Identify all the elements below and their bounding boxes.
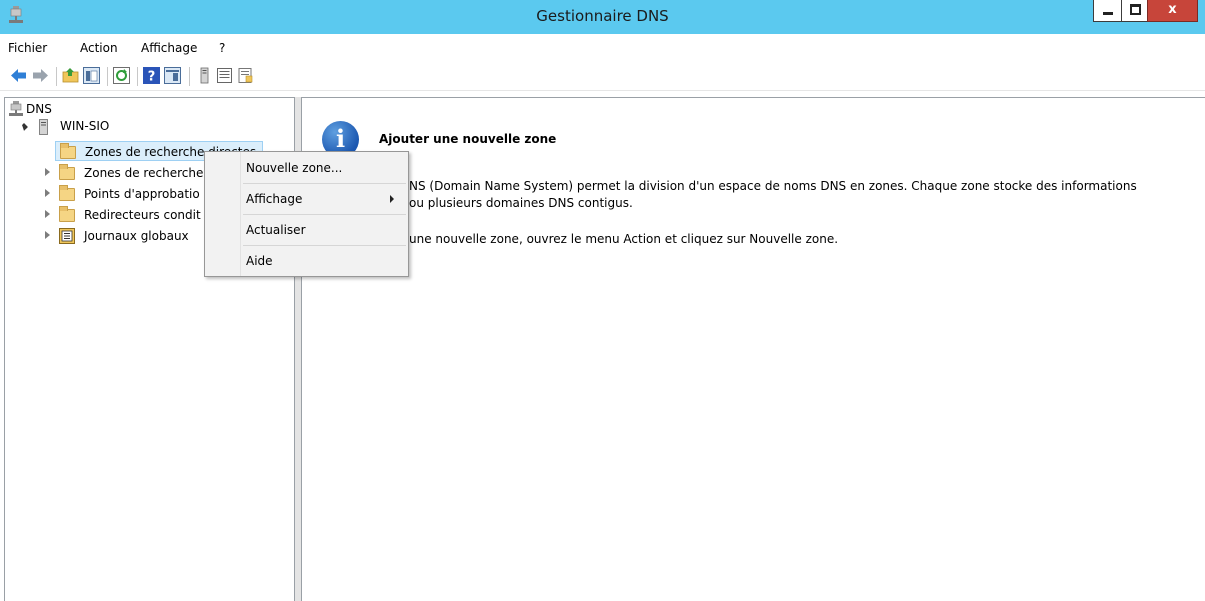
tree-item-conditional-forwarders[interactable]: Redirecteurs condit [45,206,225,224]
minimize-button[interactable] [1093,0,1122,22]
menu-item-label: Actualiser [246,223,306,237]
menu-item-affichage[interactable]: Affichage [207,187,406,211]
tree-label-dns: DNS [26,102,52,116]
collapsed-arrow-icon[interactable] [45,231,50,239]
menu-item-label: Affichage [246,192,303,206]
tree-label: Zones de recherche [84,166,204,180]
svg-text:?: ? [148,70,156,85]
close-button[interactable]: x [1147,0,1198,22]
title-bar[interactable]: Gestionnaire DNS x [0,0,1205,34]
context-menu: Nouvelle zone... Affichage Actualiser Ai… [204,151,409,277]
tree-label: Redirecteurs condit [84,208,201,222]
tree-item-trust-points[interactable]: Points d'approbatio [45,185,225,203]
tree-item-reverse-lookup-zones[interactable]: Zones de recherche [45,164,225,182]
folder-icon [60,143,76,159]
menu-item-nouvelle-zone[interactable]: Nouvelle zone... [207,156,406,180]
content-heading: Ajouter une nouvelle zone [379,132,557,146]
properties-icon[interactable] [237,67,254,84]
content-text-line-2: ou plusieurs domaines DNS contigus. [409,196,633,210]
list-icon[interactable] [216,67,233,84]
expanded-arrow-icon[interactable] [20,123,28,131]
toolbar-separator [189,67,190,86]
dns-icon [9,101,23,116]
tree-item-server[interactable]: WIN-SIO [19,118,139,136]
menu-help[interactable]: ? [219,41,225,55]
collapsed-arrow-icon[interactable] [45,210,50,218]
menu-bar: Fichier Action Affichage ? [0,34,1205,61]
window-title: Gestionnaire DNS [536,7,669,25]
content-text-line-3: une nouvelle zone, ouvrez le menu Action… [409,232,839,246]
menu-action[interactable]: Action [80,41,118,55]
collapsed-arrow-icon[interactable] [45,189,50,197]
refresh-icon[interactable] [113,67,130,84]
collapsed-arrow-icon[interactable] [45,168,50,176]
tree-item-global-logs[interactable]: Journaux globaux [45,227,225,245]
toolbar: ? [0,61,1205,91]
tree-label-server: WIN-SIO [60,119,110,133]
submenu-arrow-icon [390,195,394,203]
show-hide-action-pane-icon[interactable] [164,67,181,84]
folder-icon [59,185,75,201]
show-hide-tree-icon[interactable] [83,67,100,84]
help-icon[interactable]: ? [143,67,160,84]
tree-item-dns[interactable]: DNS [9,101,129,119]
maximize-button[interactable] [1121,0,1148,22]
event-log-icon [59,228,75,244]
close-icon: x [1168,2,1177,17]
content-text-line-1: NS (Domain Name System) permet la divisi… [409,179,1137,193]
folder-icon [59,164,75,180]
menu-separator [243,245,406,246]
server-icon [39,119,48,135]
menu-item-actualiser[interactable]: Actualiser [207,218,406,242]
menu-affichage[interactable]: Affichage [141,41,197,55]
menu-fichier[interactable]: Fichier [8,41,47,55]
up-folder-icon[interactable] [62,67,79,84]
tree-label: Points d'approbatio [84,187,200,201]
menu-separator [243,214,406,215]
toolbar-separator [56,67,57,86]
menu-item-label: Aide [246,254,273,268]
menu-item-aide[interactable]: Aide [207,249,406,273]
forward-arrow-icon[interactable] [32,67,49,84]
back-arrow-icon[interactable] [10,67,27,84]
tree-label: Journaux globaux [84,229,189,243]
server-icon[interactable] [196,67,213,84]
toolbar-separator [107,67,108,86]
details-pane: i Ajouter une nouvelle zone NS (Domain N… [301,97,1205,601]
minimize-icon [1103,12,1113,15]
menu-item-label: Nouvelle zone... [246,161,343,175]
maximize-icon [1130,4,1141,15]
folder-icon [59,206,75,222]
toolbar-separator [137,67,138,86]
menu-separator [243,183,406,184]
